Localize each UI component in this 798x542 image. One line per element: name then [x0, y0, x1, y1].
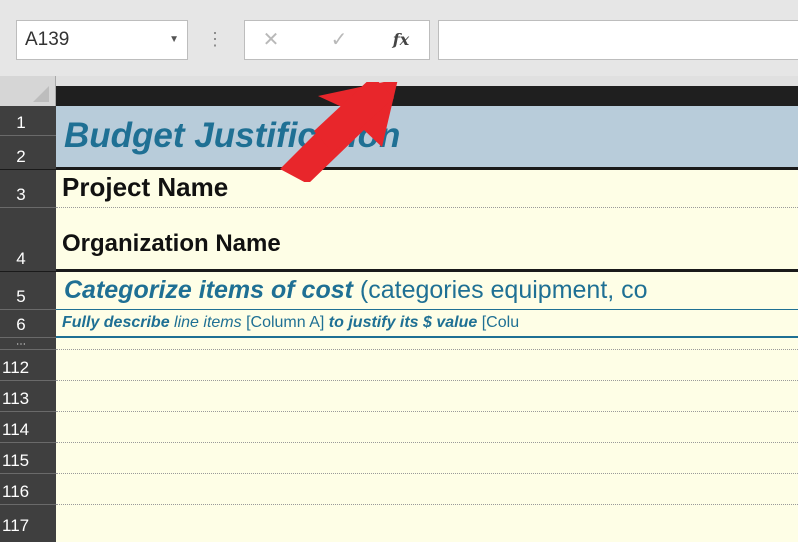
- describe-part4: to justify its $ value: [328, 314, 478, 331]
- categorize-rest: (categories equipment, co: [359, 276, 648, 304]
- row-number: 3: [16, 185, 26, 204]
- describe-cell[interactable]: Fully describe line items [Column A] to …: [56, 310, 798, 338]
- row-header-5[interactable]: 5: [0, 272, 56, 310]
- hidden-rows-gap: [56, 338, 798, 350]
- row-header-114[interactable]: 114: [0, 412, 56, 443]
- row-header-4[interactable]: 4: [0, 208, 56, 272]
- select-all-triangle-icon: [33, 86, 49, 102]
- name-box-value: A139: [25, 29, 70, 50]
- row-number: 2: [16, 147, 26, 166]
- row-number: 1: [16, 113, 26, 132]
- describe-part5: [Colu: [481, 314, 520, 331]
- cell-row-113[interactable]: [56, 381, 798, 412]
- hidden-rows-dots: ⋯: [16, 339, 26, 350]
- row-number: 114: [2, 420, 30, 439]
- row-header-113[interactable]: 113: [0, 381, 56, 412]
- project-name-label: Project Name: [62, 172, 229, 202]
- row-header-1[interactable]: 1: [0, 106, 56, 136]
- formula-input[interactable]: [438, 20, 798, 60]
- row-number: 112: [2, 358, 30, 377]
- row-number: 5: [16, 287, 26, 306]
- row-header-117[interactable]: 117: [0, 505, 56, 542]
- more-options-icon[interactable]: ⋮: [206, 24, 224, 56]
- hidden-rows-indicator[interactable]: ⋯: [0, 338, 56, 350]
- cell-row-115[interactable]: [56, 443, 798, 474]
- describe-part3: [Column A]: [246, 314, 325, 331]
- red-arrow-icon: [280, 82, 398, 182]
- insert-function-icon[interactable]: fx: [381, 21, 421, 59]
- row-header-2[interactable]: 2: [0, 136, 56, 170]
- cell-row-112[interactable]: [56, 350, 798, 381]
- row-number: 113: [2, 389, 30, 408]
- row-header-115[interactable]: 115: [0, 443, 56, 474]
- name-box[interactable]: A139 ▼: [16, 20, 188, 60]
- categorize-emphasis: Categorize items of cost: [64, 276, 353, 304]
- project-name-cell[interactable]: Project Name: [56, 170, 798, 208]
- title-cell[interactable]: Budget Justification: [56, 106, 798, 170]
- row-number: 117: [2, 516, 30, 535]
- formula-bar: A139 ▼ ⋮ ✕ ✓ fx: [0, 0, 798, 76]
- describe-part2: line items: [174, 314, 242, 331]
- organization-name-cell[interactable]: Organization Name: [56, 208, 798, 272]
- cancel-icon[interactable]: ✕: [251, 21, 291, 59]
- row-header-116[interactable]: 116: [0, 474, 56, 505]
- formula-buttons: ✕ ✓ fx: [244, 20, 430, 60]
- describe-part1: Fully describe: [62, 314, 170, 331]
- enter-icon[interactable]: ✓: [319, 21, 359, 59]
- row-header-3[interactable]: 3: [0, 170, 56, 208]
- row-number: 6: [16, 315, 26, 334]
- cell-row-117[interactable]: [56, 505, 798, 542]
- select-all-button[interactable]: [0, 76, 56, 106]
- row-header-112[interactable]: 112: [0, 350, 56, 381]
- row-number: 115: [2, 451, 30, 470]
- row-number: 4: [16, 249, 26, 268]
- chevron-down-icon[interactable]: ▼: [169, 21, 179, 59]
- cell-row-116[interactable]: [56, 474, 798, 505]
- column-header-bar[interactable]: [56, 86, 798, 106]
- row-header-6[interactable]: 6: [0, 310, 56, 338]
- cell-row-114[interactable]: [56, 412, 798, 443]
- categorize-cell[interactable]: Categorize items of cost (categories equ…: [56, 272, 798, 310]
- organization-name-label: Organization Name: [62, 230, 281, 257]
- describe-instruction: Fully describe line items [Column A] to …: [62, 314, 519, 332]
- row-number: 116: [2, 482, 30, 501]
- categorize-instruction: Categorize items of cost (categories equ…: [64, 276, 648, 305]
- worksheet: Budget Justification Project Name Organi…: [56, 106, 798, 542]
